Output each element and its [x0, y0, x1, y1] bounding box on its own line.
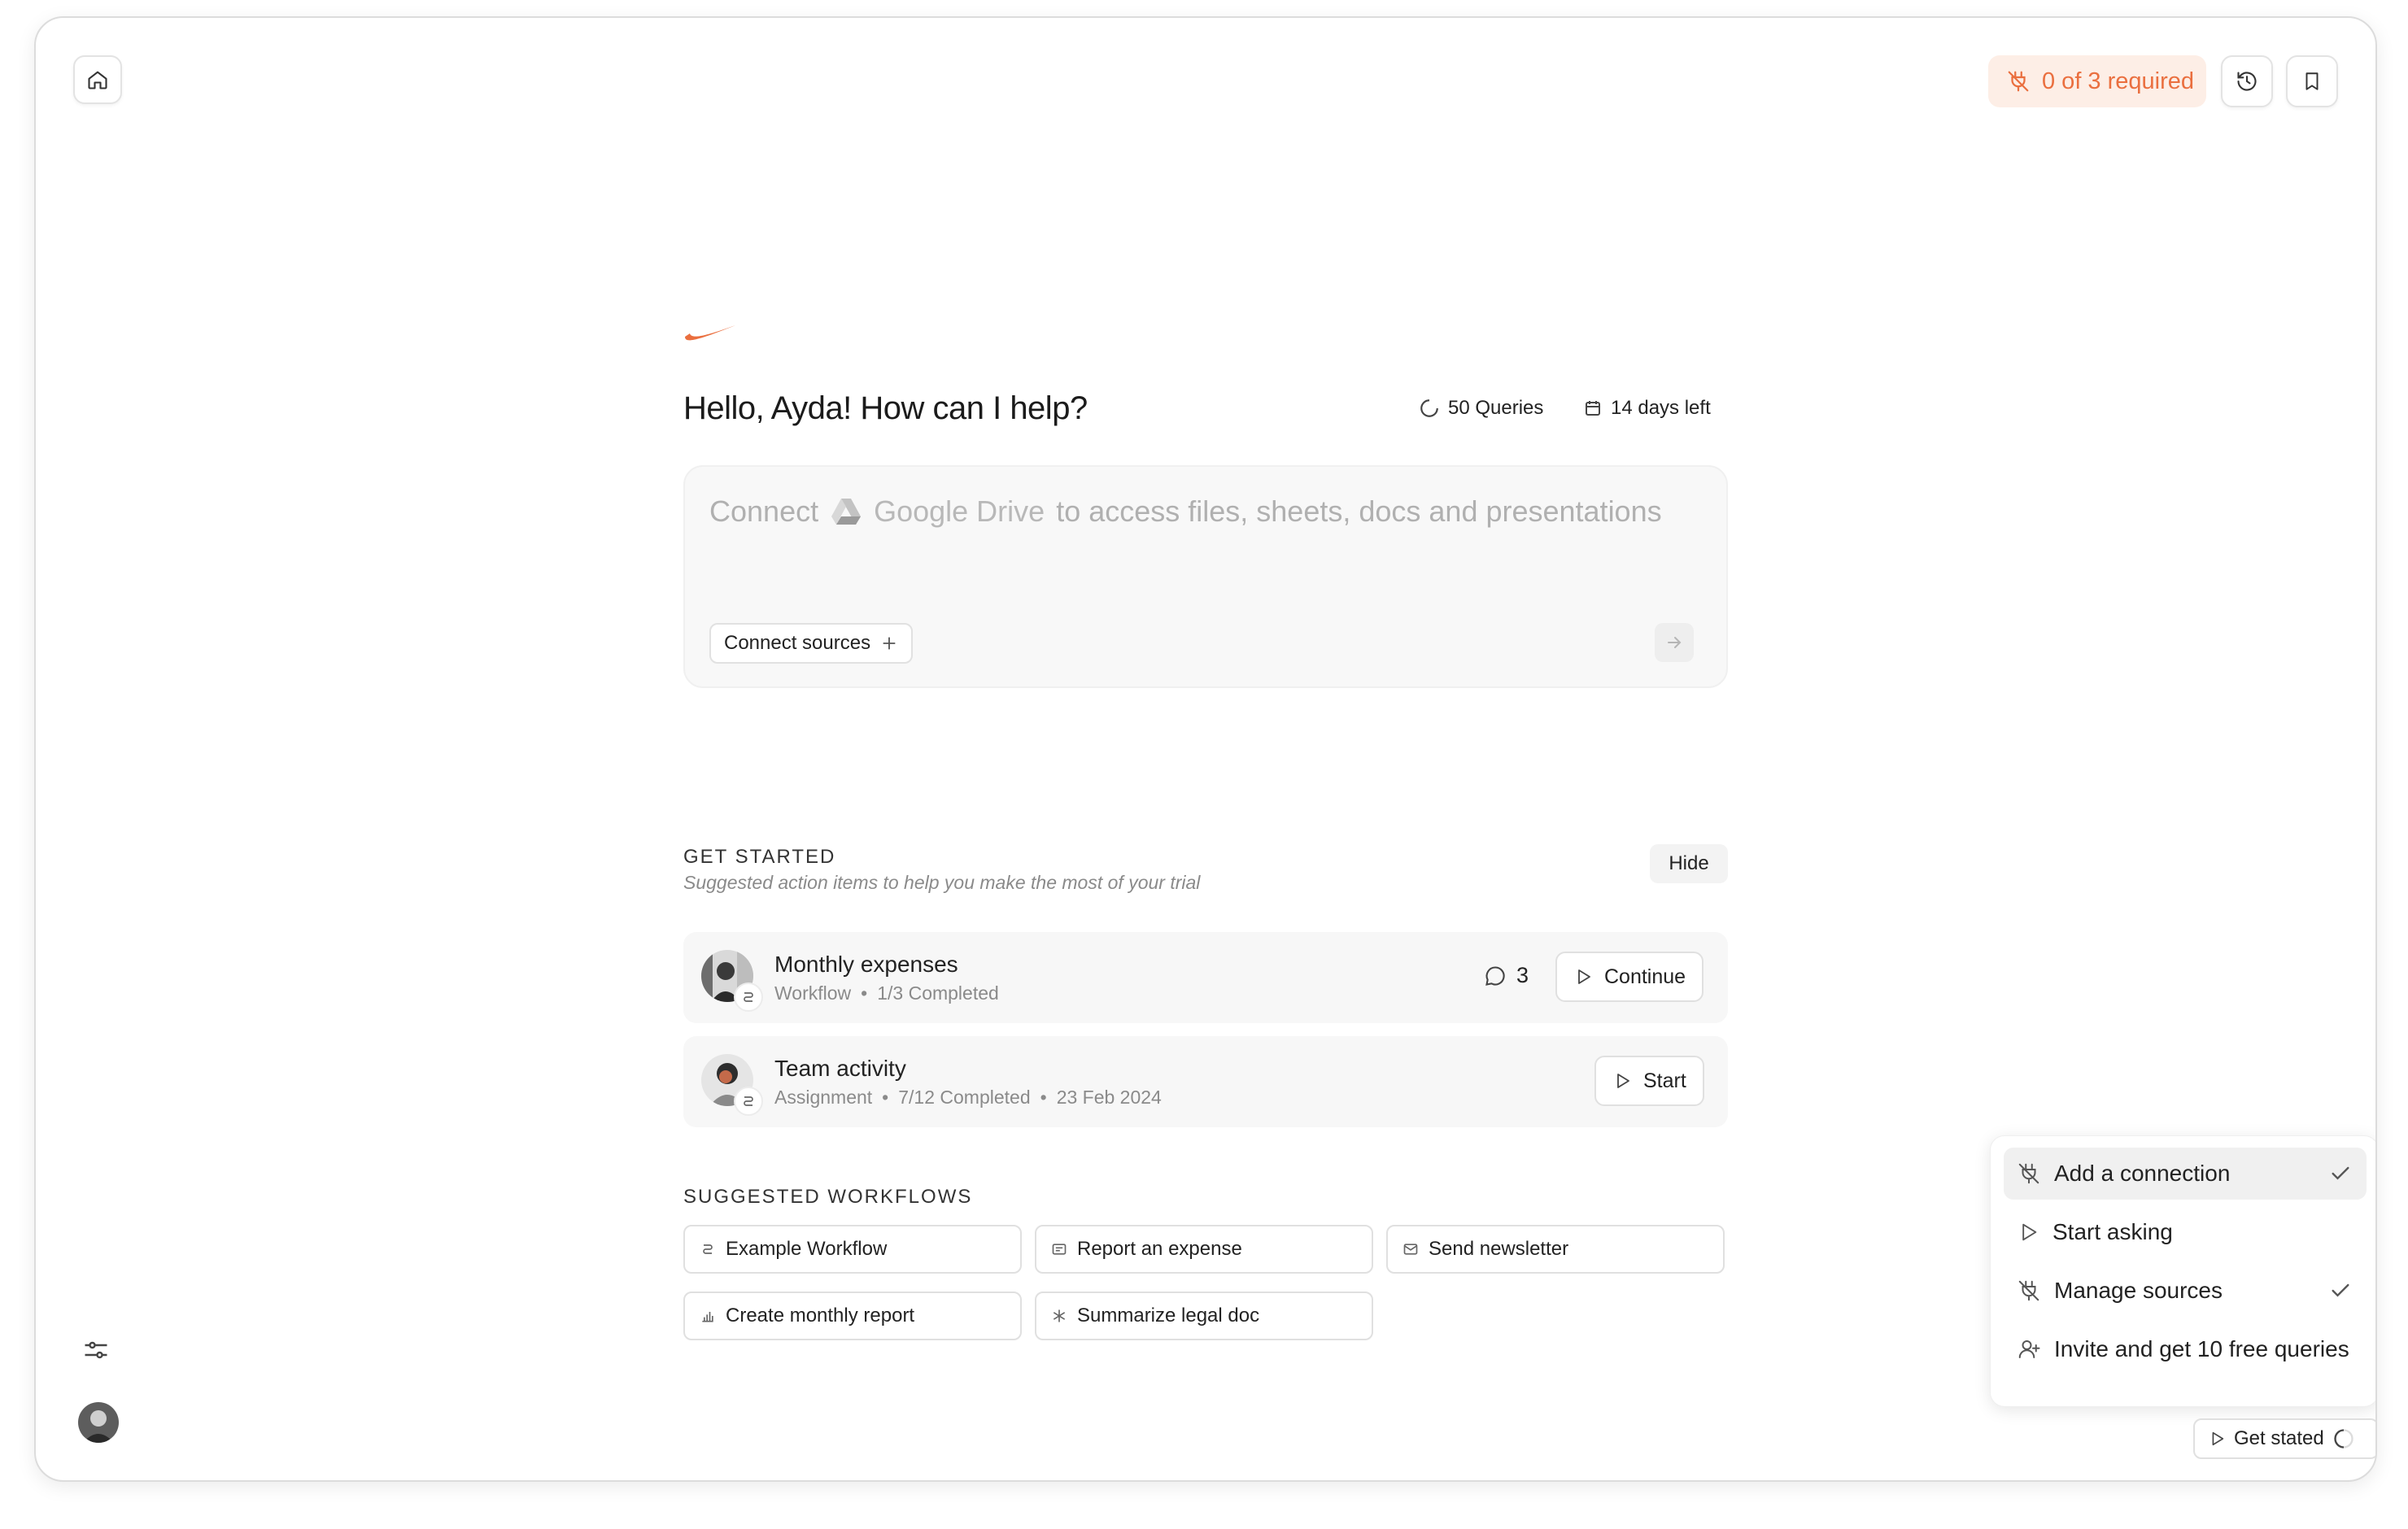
workflow-example[interactable]: Example Workflow — [683, 1225, 1022, 1274]
task-title: Monthly expenses — [774, 952, 958, 977]
task-card-team-activity[interactable]: Team activity Assignment • 7/12 Completed •… — [683, 1036, 1728, 1127]
workflow-badge — [734, 982, 763, 1012]
send-button[interactable] — [1655, 623, 1694, 662]
start-button[interactable]: Start — [1594, 1056, 1704, 1106]
get-started-label: Get stated — [2234, 1427, 2324, 1449]
workflow-label: Create monthly report — [726, 1305, 915, 1326]
user-avatar[interactable] — [78, 1402, 119, 1443]
requirements-badge[interactable]: 0 of 3 required — [1988, 55, 2206, 107]
calendar-icon — [1586, 401, 1600, 416]
continue-button[interactable]: Continue — [1555, 952, 1704, 1002]
prompt-composer[interactable]: Connect Google Drive to access files, sh… — [683, 465, 1728, 688]
task-type: Workflow — [774, 982, 852, 1004]
plus-icon — [883, 637, 896, 650]
task-title: Team activity — [774, 1056, 906, 1081]
comment-count[interactable]: 3 — [1484, 963, 1529, 988]
arrow-right-icon — [1668, 637, 1682, 648]
workflow-report-expense[interactable]: Report an expense — [1035, 1225, 1373, 1274]
workflow-icon — [744, 1096, 753, 1106]
placeholder-suffix: to access files, sheets, docs and presen… — [1056, 494, 1662, 528]
play-icon — [2022, 1223, 2037, 1241]
task-meta: Assignment • 7/12 Completed • 23 Feb 2024 — [774, 1087, 1162, 1108]
play-icon — [2212, 1431, 2224, 1446]
workflow-badge — [734, 1087, 763, 1116]
hide-button[interactable]: Hide — [1650, 844, 1728, 883]
brand-logo — [685, 325, 735, 341]
continue-label: Continue — [1604, 965, 1686, 988]
composer-placeholder[interactable]: Connect Google Drive to access files, sh… — [709, 494, 1662, 529]
checklist-label: Manage sources — [2054, 1278, 2223, 1303]
check-icon — [2332, 1166, 2349, 1180]
task-type: Assignment — [774, 1087, 873, 1108]
queries-label: 50 Queries — [1448, 397, 1544, 419]
workflow-label: Send newsletter — [1429, 1238, 1569, 1260]
onboarding-checklist: Add a connection Start asking Manage sou… — [1990, 1135, 2375, 1407]
workflow-label: Example Workflow — [726, 1238, 888, 1260]
sliders-icon — [85, 1341, 107, 1359]
checklist-label: Start asking — [2052, 1219, 2173, 1244]
checklist-label: Add a connection — [2054, 1161, 2231, 1186]
workflow-summarize-legal[interactable]: Summarize legal doc — [1035, 1292, 1373, 1340]
placeholder-prefix: Connect — [709, 494, 819, 528]
greeting-heading: Hello, Ayda! How can I help? — [683, 390, 1088, 426]
play-icon — [1617, 1074, 1629, 1088]
task-progress: 1/3 Completed — [877, 982, 999, 1004]
workflow-icon — [744, 992, 753, 1002]
plug-off-icon — [2008, 71, 2029, 92]
task-date: 23 Feb 2024 — [1056, 1087, 1162, 1108]
checklist-label: Invite and get 10 free queries — [2054, 1336, 2349, 1361]
get-started-button[interactable]: Get stated — [2193, 1418, 2375, 1459]
start-label: Start — [1643, 1069, 1686, 1092]
checklist-item-start-asking[interactable]: Start asking — [2004, 1206, 2367, 1258]
settings-button[interactable] — [81, 1335, 111, 1369]
days-left-stat: 14 days left — [1583, 397, 1711, 420]
task-progress: 7/12 Completed — [898, 1087, 1031, 1108]
home-button[interactable] — [73, 55, 122, 104]
user-plus-icon — [2018, 1340, 2040, 1358]
asterisk-icon — [1053, 1309, 1066, 1322]
plug-icon — [2018, 1163, 2039, 1184]
history-button[interactable] — [2221, 55, 2273, 107]
requirements-label: 0 of 3 required — [2042, 68, 2195, 94]
google-drive-icon — [831, 499, 862, 525]
mail-icon — [1403, 1244, 1418, 1255]
comment-icon — [1485, 965, 1505, 986]
checklist-item-manage-sources[interactable]: Manage sources — [2004, 1265, 2367, 1317]
plug-icon — [2018, 1280, 2039, 1301]
workflow-send-newsletter[interactable]: Send newsletter — [1386, 1225, 1725, 1274]
bookmark-icon — [2305, 72, 2319, 90]
workflow-label: Summarize legal doc — [1077, 1305, 1260, 1326]
get-started-subtitle: Suggested action items to help you make … — [683, 872, 1201, 893]
app-window: 0 of 3 required Hello, Ayda! How can I h… — [34, 16, 2377, 1482]
history-icon — [2237, 72, 2257, 91]
comment-count-label: 3 — [1516, 963, 1529, 987]
placeholder-service: Google Drive — [874, 494, 1045, 528]
bookmark-button[interactable] — [2286, 55, 2338, 107]
progress-ring-icon — [2334, 1429, 2353, 1448]
queries-stat: 50 Queries — [1419, 397, 1543, 420]
connect-sources-label: Connect sources — [724, 632, 871, 654]
task-meta: Workflow • 1/3 Completed — [774, 982, 999, 1004]
get-started-title: GET STARTED — [683, 846, 836, 868]
checklist-item-invite[interactable]: Invite and get 10 free queries — [2004, 1323, 2367, 1375]
play-icon — [1578, 969, 1590, 984]
home-icon — [88, 71, 107, 89]
workflow-label: Report an expense — [1077, 1238, 1242, 1260]
check-icon — [2332, 1283, 2349, 1297]
task-card-monthly-expenses[interactable]: Monthly expenses Workflow • 1/3 Completed … — [683, 932, 1728, 1023]
workflow-icon — [703, 1244, 713, 1254]
receipt-icon — [1052, 1244, 1067, 1255]
connect-sources-button[interactable]: Connect sources — [709, 623, 914, 664]
suggested-workflows-title: SUGGESTED WORKFLOWS — [683, 1186, 973, 1208]
workflow-monthly-report[interactable]: Create monthly report — [683, 1292, 1022, 1340]
days-left-label: 14 days left — [1611, 397, 1711, 419]
loader-icon — [1420, 399, 1438, 417]
checklist-item-add-connection[interactable]: Add a connection — [2004, 1148, 2367, 1200]
bar-chart-icon — [702, 1312, 713, 1322]
